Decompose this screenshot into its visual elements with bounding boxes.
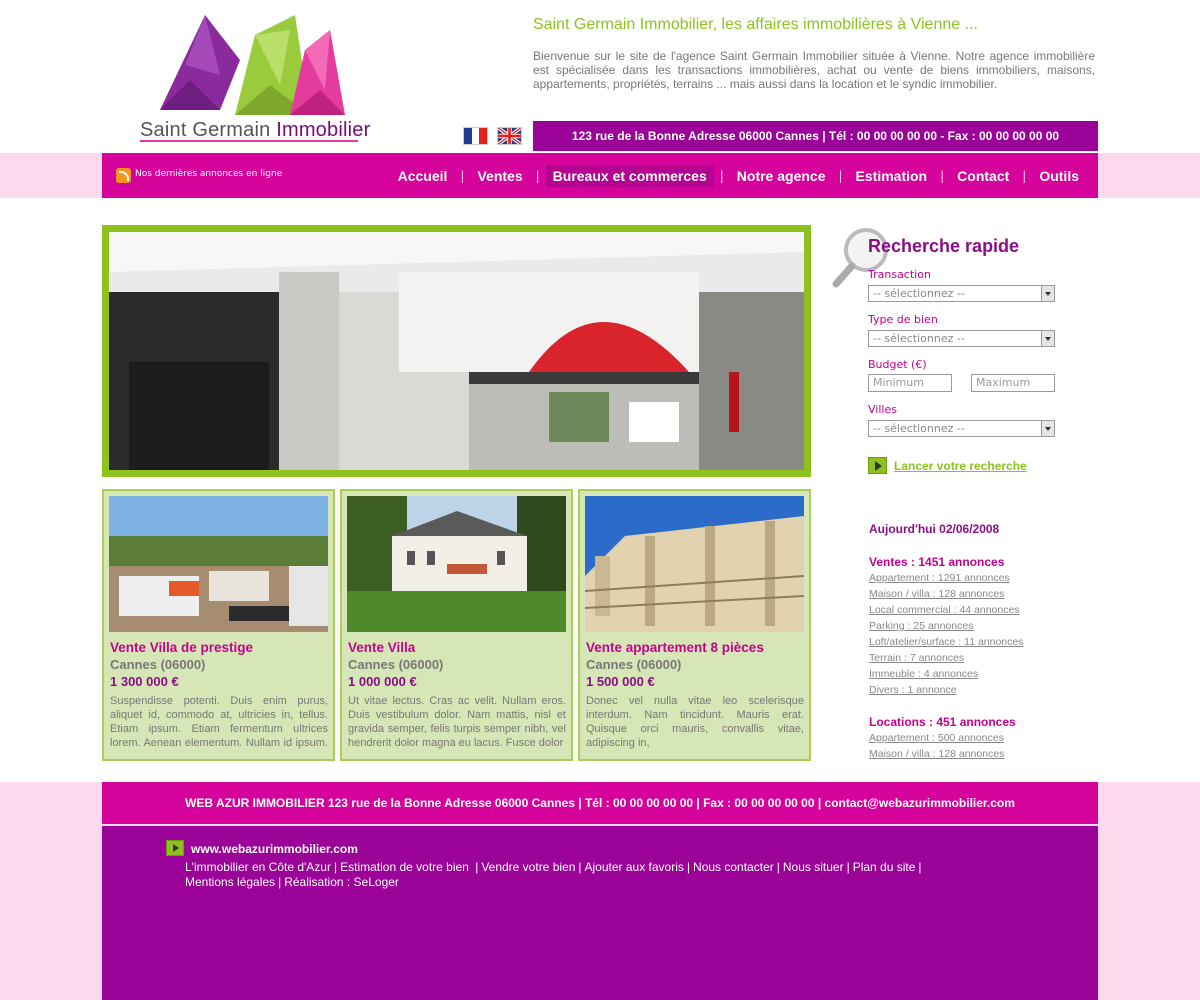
listing-city: Cannes (06000) bbox=[110, 657, 206, 672]
transaction-label: Transaction bbox=[868, 268, 931, 281]
footer-link[interactable]: L'immobilier en Côte d'Azur bbox=[185, 860, 331, 874]
listing-photo-villa[interactable] bbox=[347, 496, 566, 632]
footer-link[interactable]: Vendre votre bien bbox=[481, 860, 575, 874]
listing-card[interactable]: Vente Villa Cannes (06000) 1 000 000 € U… bbox=[340, 489, 573, 761]
footer-separator: | bbox=[686, 860, 691, 874]
listing-title[interactable]: Vente appartement 8 pièces bbox=[586, 640, 764, 655]
nav-separator: | bbox=[838, 168, 843, 183]
footer-separator: | bbox=[333, 860, 338, 874]
listing-card[interactable]: Vente appartement 8 pièces Cannes (06000… bbox=[578, 489, 811, 761]
sales-heading[interactable]: Ventes : 1451 annonces bbox=[869, 555, 1004, 569]
listing-description: Donec vel nulla vitae leo scelerisque in… bbox=[586, 695, 804, 749]
footer-link[interactable]: Réalisation : SeLoger bbox=[284, 875, 399, 889]
sales-item[interactable]: Loft/atelier/surface : 11 annonces bbox=[869, 636, 1024, 648]
footer-separator: | bbox=[278, 874, 282, 889]
chevron-down-icon[interactable] bbox=[1041, 421, 1054, 436]
sales-item[interactable]: Appartement : 1291 annonces bbox=[869, 572, 1010, 584]
sales-item[interactable]: Maison / villa : 128 annonces bbox=[869, 588, 1004, 600]
footer-site-link[interactable]: www.webazurimmobilier.com bbox=[191, 842, 358, 856]
rent-item[interactable]: Maison / villa : 128 annonces bbox=[869, 748, 1004, 760]
nav-item-bureaux-commerces[interactable]: Bureaux et commerces bbox=[545, 164, 714, 187]
budget-max-input[interactable]: Maximum bbox=[971, 374, 1055, 392]
hero-loft-image[interactable] bbox=[109, 232, 804, 470]
footer-link[interactable]: Nous contacter bbox=[693, 860, 774, 874]
listing-price: 1 300 000 € bbox=[110, 674, 179, 689]
footer-link[interactable]: Estimation de votre bien bbox=[340, 860, 472, 874]
footer-separator: | bbox=[578, 860, 582, 874]
play-arrow-icon bbox=[166, 840, 184, 856]
listing-city: Cannes (06000) bbox=[348, 657, 444, 672]
cities-label: Villes bbox=[868, 403, 897, 416]
cities-select-value: -- sélectionnez -- bbox=[873, 422, 965, 435]
nav-separator: | bbox=[460, 168, 465, 183]
search-title: Recherche rapide bbox=[868, 236, 1020, 256]
logo-text: Saint Germain Immobilier bbox=[140, 119, 371, 141]
hero-banner bbox=[102, 225, 811, 477]
footer-separator: | bbox=[776, 860, 780, 874]
footer-link[interactable]: Ajouter aux favoris bbox=[585, 860, 684, 874]
main-nav: Nos dernières annonces en ligne Accueil … bbox=[102, 153, 1098, 198]
listing-title[interactable]: Vente Villa de prestige bbox=[110, 640, 253, 655]
listing-photo-appartement[interactable] bbox=[585, 496, 804, 632]
sales-item[interactable]: Immeuble : 4 annonces bbox=[869, 668, 978, 680]
page-tagline: Saint Germain Immobilier, les affaires i… bbox=[533, 16, 978, 33]
transaction-select[interactable]: -- sélectionnez -- bbox=[868, 285, 1055, 302]
listing-title[interactable]: Vente Villa bbox=[348, 640, 415, 655]
rent-heading[interactable]: Locations : 451 annonces bbox=[869, 715, 1016, 729]
footer-contact-bar: WEB AZUR IMMOBILIER 123 rue de la Bonne … bbox=[102, 782, 1098, 824]
footer-separator: | bbox=[846, 860, 850, 874]
footer: www.webazurimmobilier.com L'immobilier e… bbox=[102, 826, 1098, 1000]
nav-separator: | bbox=[719, 168, 724, 183]
listing-description: Ut vitae lectus. Cras ac velit. Nullam e… bbox=[348, 695, 566, 749]
listing-description: Suspendisse potenti. Duis enim purus, al… bbox=[110, 695, 328, 749]
chevron-down-icon[interactable] bbox=[1041, 331, 1054, 346]
type-label: Type de bien bbox=[868, 313, 938, 326]
nav-item-contact[interactable]: Contact bbox=[950, 165, 1016, 187]
budget-label: Budget (€) bbox=[868, 358, 927, 371]
footer-separator: | bbox=[918, 860, 922, 874]
nav-item-notre-agence[interactable]: Notre agence bbox=[730, 165, 833, 187]
sales-item[interactable]: Local commercial : 44 annonces bbox=[869, 604, 1020, 616]
budget-min-input[interactable]: Minimum bbox=[868, 374, 952, 392]
stats-date: Aujourd'hui 02/06/2008 bbox=[869, 522, 1000, 536]
nav-item-accueil[interactable]: Accueil bbox=[391, 165, 455, 187]
sales-item[interactable]: Terrain : 7 annonces bbox=[869, 652, 964, 664]
header-address-bar: 123 rue de la Bonne Adresse 06000 Cannes… bbox=[533, 121, 1098, 151]
footer-link[interactable]: Plan du site bbox=[853, 860, 916, 874]
rss-icon[interactable] bbox=[116, 168, 131, 183]
footer-separator: | bbox=[475, 860, 479, 874]
rss-link[interactable]: Nos dernières annonces en ligne bbox=[135, 169, 282, 179]
nav-item-estimation[interactable]: Estimation bbox=[849, 165, 935, 187]
type-select-value: -- sélectionnez -- bbox=[873, 332, 965, 345]
uk-flag-icon[interactable] bbox=[497, 127, 522, 145]
chevron-down-icon[interactable] bbox=[1041, 286, 1054, 301]
play-arrow-icon[interactable] bbox=[868, 457, 887, 474]
nav-item-ventes[interactable]: Ventes bbox=[470, 165, 529, 187]
footer-links: L'immobilier en Côte d'Azur | Estimation d… bbox=[185, 860, 965, 889]
nav-menu: Accueil | Ventes | Bureaux et commerces … bbox=[385, 153, 1098, 198]
search-submit-link[interactable]: Lancer votre recherche bbox=[894, 459, 1027, 473]
sales-item[interactable]: Parking : 25 annonces bbox=[869, 620, 974, 632]
listing-price: 1 500 000 € bbox=[586, 674, 655, 689]
footer-link[interactable]: Nous situer bbox=[783, 860, 844, 874]
type-select[interactable]: -- sélectionnez -- bbox=[868, 330, 1055, 347]
logo-underline bbox=[140, 140, 358, 142]
rent-item[interactable]: Appartement : 500 annonces bbox=[869, 732, 1004, 744]
footer-link[interactable]: Mentions légales bbox=[185, 875, 275, 889]
intro-text: Bienvenue sur le site de l'agence Saint … bbox=[533, 49, 1095, 91]
listing-price: 1 000 000 € bbox=[348, 674, 417, 689]
listing-card[interactable]: Vente Villa de prestige Cannes (06000) 1… bbox=[102, 489, 335, 761]
nav-separator: | bbox=[1022, 168, 1027, 183]
nav-separator: | bbox=[535, 168, 540, 183]
sales-item[interactable]: Divers : 1 annonce bbox=[869, 684, 957, 696]
listing-photo-villa-prestige[interactable] bbox=[109, 496, 328, 632]
nav-item-outils[interactable]: Outils bbox=[1032, 165, 1086, 187]
cities-select[interactable]: -- sélectionnez -- bbox=[868, 420, 1055, 437]
french-flag-icon[interactable] bbox=[463, 127, 488, 145]
nav-separator: | bbox=[940, 168, 945, 183]
listing-city: Cannes (06000) bbox=[586, 657, 682, 672]
transaction-select-value: -- sélectionnez -- bbox=[873, 287, 965, 300]
